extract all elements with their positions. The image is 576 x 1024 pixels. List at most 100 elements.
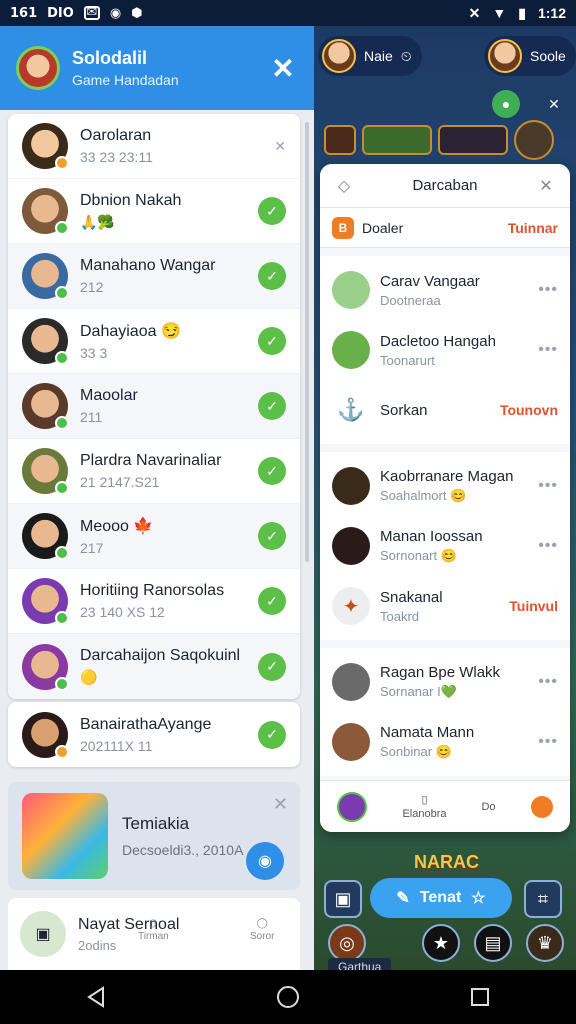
- bottom-tab-2[interactable]: ◯ Soror: [250, 918, 274, 942]
- game-banner: NARAC: [414, 852, 479, 872]
- list-item[interactable]: Dbnion Nakah 🙏🥦 ✓: [8, 179, 300, 244]
- footer-avatar-tab[interactable]: [337, 791, 368, 822]
- check-icon[interactable]: ✓: [258, 457, 286, 485]
- tag-icon[interactable]: ◇: [332, 174, 356, 198]
- status-dot: [55, 676, 69, 691]
- device-icon: ▣: [20, 911, 66, 957]
- list-item[interactable]: Ragan Bpe Wlakk Sornanar I💚 •••: [320, 652, 570, 712]
- avatar: [22, 578, 69, 625]
- team-portraits[interactable]: [438, 125, 508, 155]
- player-chip-left[interactable]: Naie ⏲: [318, 36, 422, 76]
- list-item[interactable]: Meooo 🍁 217 ✓: [8, 504, 300, 569]
- item-name: Snakanal: [380, 588, 443, 606]
- user-avatar[interactable]: [16, 46, 60, 90]
- list-item[interactable]: Oarolaran 33 23 23:11 ✕: [8, 114, 300, 179]
- list-item[interactable]: Manan Ioossan Sornonart 😊 •••: [320, 516, 570, 576]
- tab-action-link[interactable]: Tuinnar: [508, 220, 558, 236]
- list-item[interactable]: Dacletoo Hangah Toonarurt •••: [320, 320, 570, 380]
- close-icon[interactable]: ✕: [268, 52, 298, 85]
- timer-icon: ⏲: [400, 47, 412, 64]
- tools-icon[interactable]: ✕: [534, 174, 558, 198]
- recents-button[interactable]: [460, 977, 500, 1017]
- check-icon[interactable]: ✓: [258, 720, 286, 749]
- location-icon: ⬢: [131, 5, 143, 21]
- phone-icon: ▯: [421, 794, 428, 806]
- item-action-link[interactable]: Tounovn: [500, 402, 558, 418]
- crop-icon[interactable]: ⌗: [524, 880, 562, 918]
- list-item[interactable]: Darcahaijon Saqokuinl 🟡 ✓: [8, 634, 300, 699]
- item-sub: Sornanar I💚: [380, 684, 457, 699]
- mute-icon[interactable]: ✕: [274, 138, 286, 155]
- camera-icon[interactable]: ◉: [246, 842, 284, 880]
- more-icon[interactable]: •••: [538, 733, 558, 751]
- check-icon[interactable]: ✓: [258, 392, 286, 420]
- home-button[interactable]: [268, 977, 308, 1017]
- player-name-left: Naie: [364, 48, 393, 64]
- list-item[interactable]: Kaobrranare Magan Soahalmort 😊 •••: [320, 456, 570, 516]
- list-item[interactable]: Maoolar 211 ✓: [8, 374, 300, 439]
- game-card-subtitle: Decsoeldi3., 2010A: [122, 842, 244, 858]
- star-outline-icon[interactable]: ★: [422, 924, 460, 962]
- action-pill-button[interactable]: ✎ Tenat ☆: [370, 878, 512, 918]
- torch-icon: ✦: [332, 587, 370, 625]
- list-item[interactable]: ✦ Snakanal Toakrd Tuinvul: [320, 576, 570, 636]
- footer-tab-3[interactable]: [530, 795, 553, 818]
- check-icon[interactable]: ✓: [258, 327, 286, 355]
- item-sub: 23 140 XS 12: [80, 604, 165, 620]
- back-button[interactable]: [76, 977, 116, 1017]
- tab-badge: B: [332, 216, 354, 239]
- footer-tab-2[interactable]: Do: [481, 801, 495, 813]
- more-icon[interactable]: •••: [538, 341, 558, 359]
- check-icon[interactable]: ✓: [258, 652, 286, 681]
- right-panel-header: ◇ Darcaban ✕: [320, 164, 570, 208]
- list-item[interactable]: Dahayiaoa 😏 33 3 ✓: [8, 309, 300, 374]
- check-icon[interactable]: ✓: [258, 522, 286, 550]
- check-icon[interactable]: ✓: [258, 262, 286, 290]
- footer-tab-1[interactable]: ▯ Elanobra: [402, 793, 446, 820]
- item-sub: 202111X 11: [80, 737, 153, 754]
- status-dot: [55, 744, 69, 759]
- list-item[interactable]: BanairathaAyange 202111X 11 ✓: [8, 702, 300, 767]
- more-icon[interactable]: •••: [538, 673, 558, 691]
- more-icon[interactable]: •••: [538, 537, 558, 555]
- shield-icon[interactable]: ◎: [328, 924, 366, 962]
- check-icon[interactable]: ✓: [258, 587, 286, 615]
- check-icon[interactable]: ✓: [258, 197, 286, 225]
- list-item[interactable]: ⚓ Sorkan Tounovn: [320, 380, 570, 440]
- list-item[interactable]: Manahano Wangar 212 ✓: [8, 244, 300, 309]
- avatar: [22, 253, 69, 300]
- boss-portrait-icon[interactable]: [514, 120, 554, 160]
- item-sub: 33 23 23:11: [80, 149, 153, 165]
- bottom-item[interactable]: ▣ Nayat Sernoal 2odins ▯ Tirman ◯ Soror: [8, 898, 300, 970]
- scrollbar[interactable]: [305, 122, 309, 562]
- list-item[interactable]: Horitiing Ranorsolas 23 140 XS 12 ✓: [8, 569, 300, 634]
- emoji-icon: 🙏🥦: [80, 213, 115, 230]
- right-panel-tab-row[interactable]: B Doaler Tuinnar: [320, 208, 570, 248]
- chat-bubble-icon[interactable]: ●: [492, 90, 520, 118]
- more-icon[interactable]: •••: [538, 281, 558, 299]
- item-name: Plardra Navarinaliar: [80, 452, 222, 469]
- item-name: Manahano Wangar: [80, 257, 216, 274]
- player-chip-right[interactable]: Soole: [484, 36, 576, 76]
- close-icon[interactable]: ✕: [273, 794, 288, 815]
- bottom-tab-1[interactable]: ▯ Tirman: [138, 918, 169, 942]
- clipboard-icon[interactable]: ▤: [474, 924, 512, 962]
- list-item[interactable]: Plardra Navarinaliar 21 2147.S21 ✓: [8, 439, 300, 504]
- right-panel-title: Darcaban: [412, 177, 478, 194]
- expand-icon[interactable]: ✕: [540, 90, 568, 118]
- list-item[interactable]: Namata Mann Sonbinar 😊 •••: [320, 712, 570, 772]
- game-resource-strip: [324, 120, 574, 160]
- list-item[interactable]: Carav Vangaar Dootneraa •••: [320, 260, 570, 320]
- hero-portrait-icon[interactable]: [324, 125, 356, 155]
- trophy-icon[interactable]: ♛: [526, 924, 564, 962]
- more-icon[interactable]: •••: [538, 477, 558, 495]
- left-panel-title: Solodalil: [72, 48, 148, 68]
- item-name: Manan Ioossan: [380, 528, 483, 545]
- game-card[interactable]: Temiakia Decsoeldi3., 2010A ✕ ◉: [8, 782, 300, 890]
- item-action-link[interactable]: Tuinvul: [509, 598, 558, 614]
- game-card-title: Temiakia: [122, 814, 190, 833]
- avatar: [332, 271, 370, 309]
- game-footer-label: Garthua: [328, 958, 392, 970]
- card-icon[interactable]: ▣: [324, 880, 362, 918]
- bottom-tab-label: Soror: [250, 931, 275, 942]
